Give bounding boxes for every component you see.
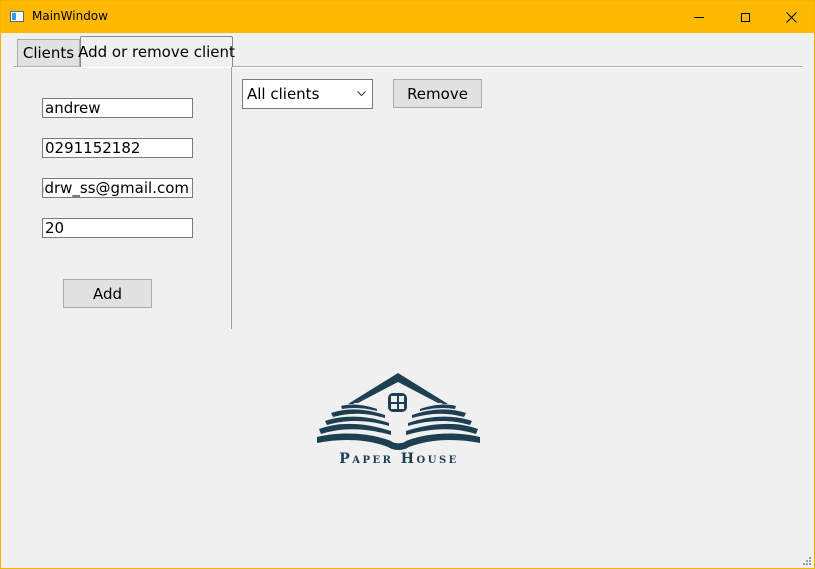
add-button[interactable]: Add bbox=[63, 279, 152, 308]
maximize-button[interactable] bbox=[722, 1, 768, 33]
email-field-text: andrw_ss@gmail.com bbox=[42, 179, 189, 197]
close-button[interactable] bbox=[768, 1, 814, 33]
remove-button[interactable]: Remove bbox=[393, 79, 482, 108]
name-field[interactable] bbox=[42, 98, 193, 118]
logo-text: Paper House bbox=[339, 451, 459, 467]
client-select[interactable]: All clients bbox=[242, 79, 373, 109]
title-bar[interactable]: MainWindow bbox=[1, 1, 814, 33]
tab-add-or-remove-client[interactable]: Add or remove client bbox=[78, 36, 235, 67]
client-select-value: All clients bbox=[247, 85, 320, 103]
window-title: MainWindow bbox=[32, 9, 108, 23]
minimize-button[interactable] bbox=[676, 1, 722, 33]
tab-clients[interactable]: Clients bbox=[17, 39, 80, 66]
panel-divider bbox=[231, 67, 232, 329]
main-window: MainWindow Clients Add or remove client … bbox=[0, 0, 815, 569]
tab-bar-highlight bbox=[13, 67, 803, 68]
email-field[interactable]: andrw_ss@gmail.com bbox=[42, 178, 193, 198]
maximize-icon bbox=[740, 12, 750, 22]
close-icon bbox=[785, 11, 797, 23]
phone-field[interactable] bbox=[42, 138, 193, 158]
age-field[interactable] bbox=[42, 218, 193, 238]
app-icon bbox=[10, 11, 24, 22]
chevron-down-icon bbox=[357, 91, 366, 97]
minimize-icon bbox=[694, 16, 704, 18]
resize-grip-icon[interactable] bbox=[803, 557, 811, 565]
